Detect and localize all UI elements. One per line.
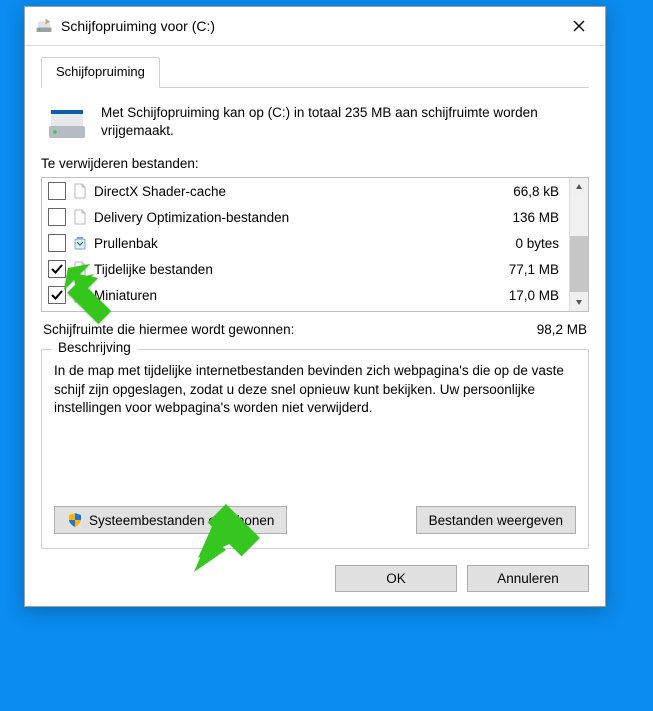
titlebar: Schijfopruiming voor (C:) <box>25 7 605 46</box>
uac-shield-icon <box>67 512 83 528</box>
file-name: Tijdelijke bestanden <box>94 262 483 277</box>
drive-icon <box>47 106 87 140</box>
files-to-delete-label: Te verwijderen bestanden: <box>41 156 589 171</box>
checkbox[interactable] <box>48 286 66 304</box>
file-name: Miniaturen <box>94 288 483 303</box>
file-size: 0 bytes <box>489 236 563 251</box>
checkbox[interactable] <box>48 182 66 200</box>
file-size: 77,1 MB <box>489 262 563 277</box>
group-legend: Beschrijving <box>52 340 137 355</box>
footer-buttons: OK Annuleren <box>41 565 589 592</box>
file-icon <box>72 183 88 199</box>
file-size: 66,8 kB <box>489 184 563 199</box>
files-list: DirectX Shader-cache 66,8 kB Delivery Op… <box>41 177 589 312</box>
file-name: Delivery Optimization-bestanden <box>94 210 483 225</box>
window-title: Schijfopruiming voor (C:) <box>61 18 557 34</box>
file-name: Prullenbak <box>94 236 483 251</box>
scrollbar-vertical[interactable] <box>569 178 588 311</box>
file-row[interactable]: Delivery Optimization-bestanden 136 MB <box>42 204 569 230</box>
intro-row: Met Schijfopruiming kan op (C:) in totaa… <box>41 102 589 152</box>
scroll-thumb[interactable] <box>570 236 588 292</box>
checkbox[interactable] <box>48 234 66 252</box>
description-text: In de map met tijdelijke internetbestand… <box>54 362 576 452</box>
gain-row: Schijfruimte die hiermee wordt gewonnen:… <box>43 322 587 337</box>
group-buttons: Systeembestanden opschonen Bestanden wee… <box>54 506 576 534</box>
tab-schijfopruiming[interactable]: Schijfopruiming <box>41 57 160 88</box>
recycle-bin-icon <box>72 235 88 251</box>
file-icon <box>72 261 88 277</box>
checkbox[interactable] <box>48 208 66 226</box>
description-group: Beschrijving In de map met tijdelijke in… <box>41 349 589 549</box>
gain-label: Schijfruimte die hiermee wordt gewonnen: <box>43 322 294 337</box>
clean-system-files-button[interactable]: Systeembestanden opschonen <box>54 506 287 534</box>
disk-cleanup-icon <box>35 17 53 35</box>
file-size: 136 MB <box>489 210 563 225</box>
file-icon <box>72 209 88 225</box>
gain-value: 98,2 MB <box>537 322 587 337</box>
disk-cleanup-dialog: Schijfopruiming voor (C:) Schijfopruimin… <box>24 6 606 607</box>
file-rows: DirectX Shader-cache 66,8 kB Delivery Op… <box>42 178 569 311</box>
view-files-button[interactable]: Bestanden weergeven <box>416 506 576 534</box>
file-row[interactable]: Prullenbak 0 bytes <box>42 230 569 256</box>
file-icon <box>72 287 88 303</box>
intro-text: Met Schijfopruiming kan op (C:) in totaa… <box>101 104 587 140</box>
file-name: DirectX Shader-cache <box>94 184 483 199</box>
checkbox[interactable] <box>48 260 66 278</box>
file-row[interactable]: DirectX Shader-cache 66,8 kB <box>42 178 569 204</box>
file-size: 17,0 MB <box>489 288 563 303</box>
scroll-up-arrow[interactable] <box>570 178 588 196</box>
button-label: Annuleren <box>497 571 559 586</box>
dialog-body: Schijfopruiming Met Schijfopruiming kan … <box>25 46 605 606</box>
scroll-track[interactable] <box>570 196 588 293</box>
button-label: OK <box>386 571 406 586</box>
file-row[interactable]: Tijdelijke bestanden 77,1 MB <box>42 256 569 282</box>
close-button[interactable] <box>557 13 601 39</box>
file-row[interactable]: Miniaturen 17,0 MB <box>42 282 569 308</box>
ok-button[interactable]: OK <box>335 565 457 592</box>
cancel-button[interactable]: Annuleren <box>467 565 589 592</box>
scroll-down-arrow[interactable] <box>570 293 588 311</box>
button-label: Bestanden weergeven <box>429 513 563 528</box>
button-label: Systeembestanden opschonen <box>89 513 274 528</box>
tab-strip: Schijfopruiming <box>41 56 589 88</box>
